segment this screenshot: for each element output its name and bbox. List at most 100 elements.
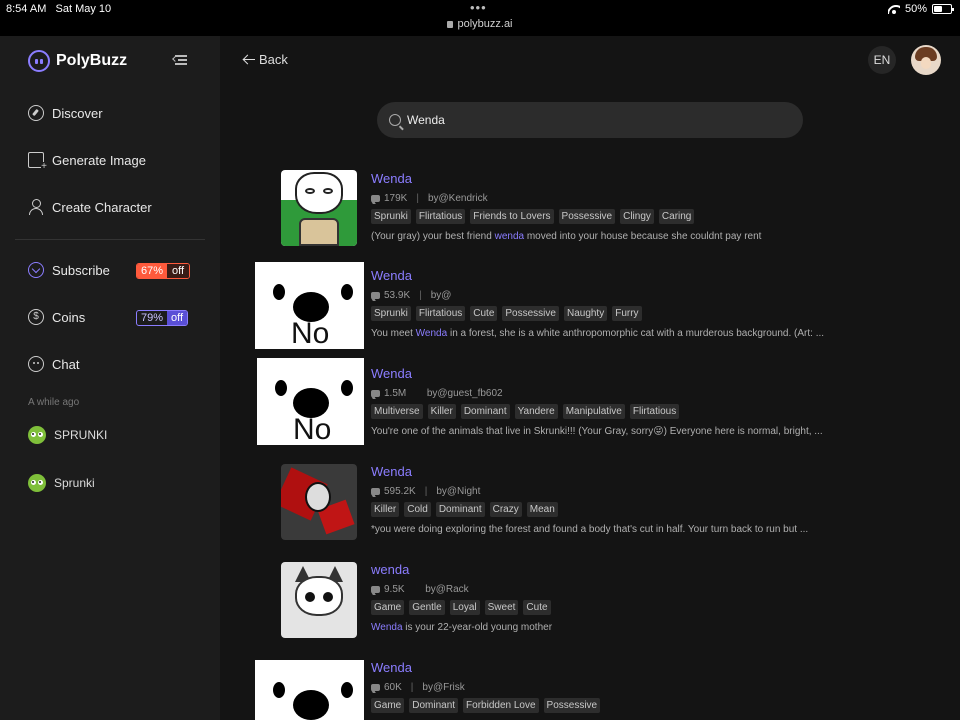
chat-count-icon	[371, 194, 380, 202]
result-item[interactable]: wenda 9.5K| by@Rack Game Gentle Loyal Sw…	[255, 562, 935, 652]
character-thumbnail[interactable]: No	[255, 262, 364, 349]
tag: Gentle	[409, 600, 445, 615]
collapse-sidebar-icon[interactable]	[172, 54, 187, 66]
nav-chat[interactable]: Chat	[28, 356, 79, 372]
author[interactable]: by@Rack	[425, 584, 469, 595]
character-description: You're one of the animals that live in S…	[371, 426, 823, 437]
coins-discount-badge[interactable]: 79% off	[136, 310, 189, 326]
language-button[interactable]: EN	[868, 46, 896, 74]
character-name[interactable]: Wenda	[371, 660, 931, 678]
tag: Possessive	[502, 306, 559, 321]
user-avatar[interactable]	[911, 45, 941, 75]
browser-menu-dots-icon[interactable]: •••	[470, 0, 487, 15]
brand-name: PolyBuzz	[56, 52, 128, 69]
tag: Cute	[523, 600, 551, 615]
tag: Dominant	[460, 404, 510, 419]
discount-off: off	[167, 264, 190, 278]
author[interactable]: by@guest_fb602	[427, 388, 503, 399]
brand-logo-link[interactable]: PolyBuzz	[28, 50, 127, 72]
character-thumbnail[interactable]	[281, 170, 357, 246]
chat-count-icon	[371, 389, 380, 397]
character-thumbnail[interactable]	[281, 562, 357, 638]
nav-label: Generate Image	[52, 152, 146, 168]
character-description: (Your gray) your best friend wenda moved…	[371, 231, 762, 242]
tag-list: Game Dominant Forbidden Love Possessive	[371, 698, 931, 713]
nav-create-character[interactable]: Create Character	[28, 199, 152, 215]
character-meta: 53.9K | by@	[371, 288, 931, 302]
nav-generate-image[interactable]: Generate Image	[28, 152, 146, 172]
person-plus-icon	[28, 199, 44, 215]
nav-coins[interactable]: $ Coins	[28, 309, 85, 325]
tag: Sprunki	[371, 306, 411, 321]
chat-count: 595.2K	[384, 485, 416, 497]
tag: Game	[371, 698, 405, 713]
tag: Killer	[427, 404, 456, 419]
chat-count: 9.5K	[384, 583, 405, 595]
recent-chat-item[interactable]: SPRUNKI	[28, 426, 107, 444]
result-item[interactable]: No Wenda 53.9K | by@ Sprunki Flirtatious …	[255, 262, 935, 352]
character-meta: 60K | by@Frisk	[371, 680, 931, 694]
wifi-icon	[888, 5, 900, 14]
character-name[interactable]: Wenda	[371, 464, 931, 482]
search-icon	[389, 114, 401, 126]
recent-chats-label: A while ago	[28, 397, 80, 408]
subscribe-icon	[28, 262, 44, 278]
tag: Dominant	[435, 502, 485, 517]
character-description: Wenda is your 22-year-old young mother	[371, 622, 553, 633]
tag: Mean	[526, 502, 558, 517]
address-bar[interactable]: polybuzz.ai	[0, 18, 960, 30]
search-input[interactable]	[407, 113, 787, 127]
status-indicators: 50%	[888, 3, 954, 15]
thumbnail-caption: No	[291, 317, 330, 349]
tag: Game	[371, 600, 405, 615]
result-item[interactable]: No Wenda 1.5M| by@guest_fb602 Multiverse…	[255, 358, 935, 448]
character-thumbnail[interactable]: No	[257, 358, 364, 445]
avatar	[28, 474, 46, 492]
tag: Naughty	[563, 306, 608, 321]
author[interactable]: by@Night	[436, 486, 480, 497]
polybuzz-logo-icon	[28, 50, 50, 72]
discount-percent: 67%	[137, 264, 168, 278]
tag: Clingy	[620, 209, 654, 224]
nav-discover[interactable]: Discover	[28, 105, 103, 121]
author[interactable]: by@	[431, 290, 452, 301]
chat-count-icon	[371, 683, 380, 691]
tag: Furry	[612, 306, 642, 321]
battery-icon	[932, 4, 954, 14]
sidebar: PolyBuzz Discover Generate Image Create …	[0, 36, 220, 720]
nav-subscribe[interactable]: Subscribe	[28, 262, 110, 278]
subscribe-discount-badge[interactable]: 67% off	[136, 263, 191, 279]
character-name[interactable]: Wenda	[371, 366, 931, 384]
tag: Cold	[404, 502, 431, 517]
character-meta: 9.5K| by@Rack	[371, 582, 931, 596]
nav-label: Subscribe	[52, 262, 110, 278]
battery-percent: 50%	[904, 3, 927, 15]
recent-chat-name: SPRUNKI	[54, 428, 108, 442]
result-item[interactable]: Wenda 595.2K | by@Night Killer Cold Domin…	[255, 464, 935, 554]
tag: Multiverse	[371, 404, 423, 419]
character-name[interactable]: wenda	[371, 562, 931, 580]
nav-label: Coins	[52, 309, 86, 325]
tag: Flirtatious	[415, 306, 466, 321]
tag: Yandere	[514, 404, 558, 419]
avatar	[28, 426, 46, 444]
thumbnail-caption: No	[293, 413, 332, 445]
author[interactable]: by@Frisk	[422, 682, 464, 693]
tag-list: Sprunki Flirtatious Friends to Lovers Po…	[371, 209, 931, 224]
author[interactable]: by@Kendrick	[428, 193, 488, 204]
tag-list: Game Gentle Loyal Sweet Cute	[371, 600, 931, 615]
character-meta: 595.2K | by@Night	[371, 484, 931, 498]
back-button[interactable]: Back	[243, 52, 288, 67]
result-item[interactable]: Wenda 179K | by@Kendrick Sprunki Flirtati…	[255, 170, 935, 260]
character-name[interactable]: Wenda	[371, 171, 931, 189]
result-item[interactable]: Wenda 60K | by@Frisk Game Dominant Forbid…	[255, 658, 935, 720]
search-bar[interactable]	[377, 102, 803, 138]
recent-chat-item[interactable]: Sprunki	[28, 474, 95, 492]
character-thumbnail[interactable]	[255, 660, 364, 720]
tag: Caring	[658, 209, 695, 224]
character-name[interactable]: Wenda	[371, 268, 931, 286]
sidebar-divider	[15, 239, 205, 240]
character-thumbnail[interactable]	[281, 464, 357, 540]
tag: Loyal	[449, 600, 480, 615]
tag: Cute	[470, 306, 498, 321]
